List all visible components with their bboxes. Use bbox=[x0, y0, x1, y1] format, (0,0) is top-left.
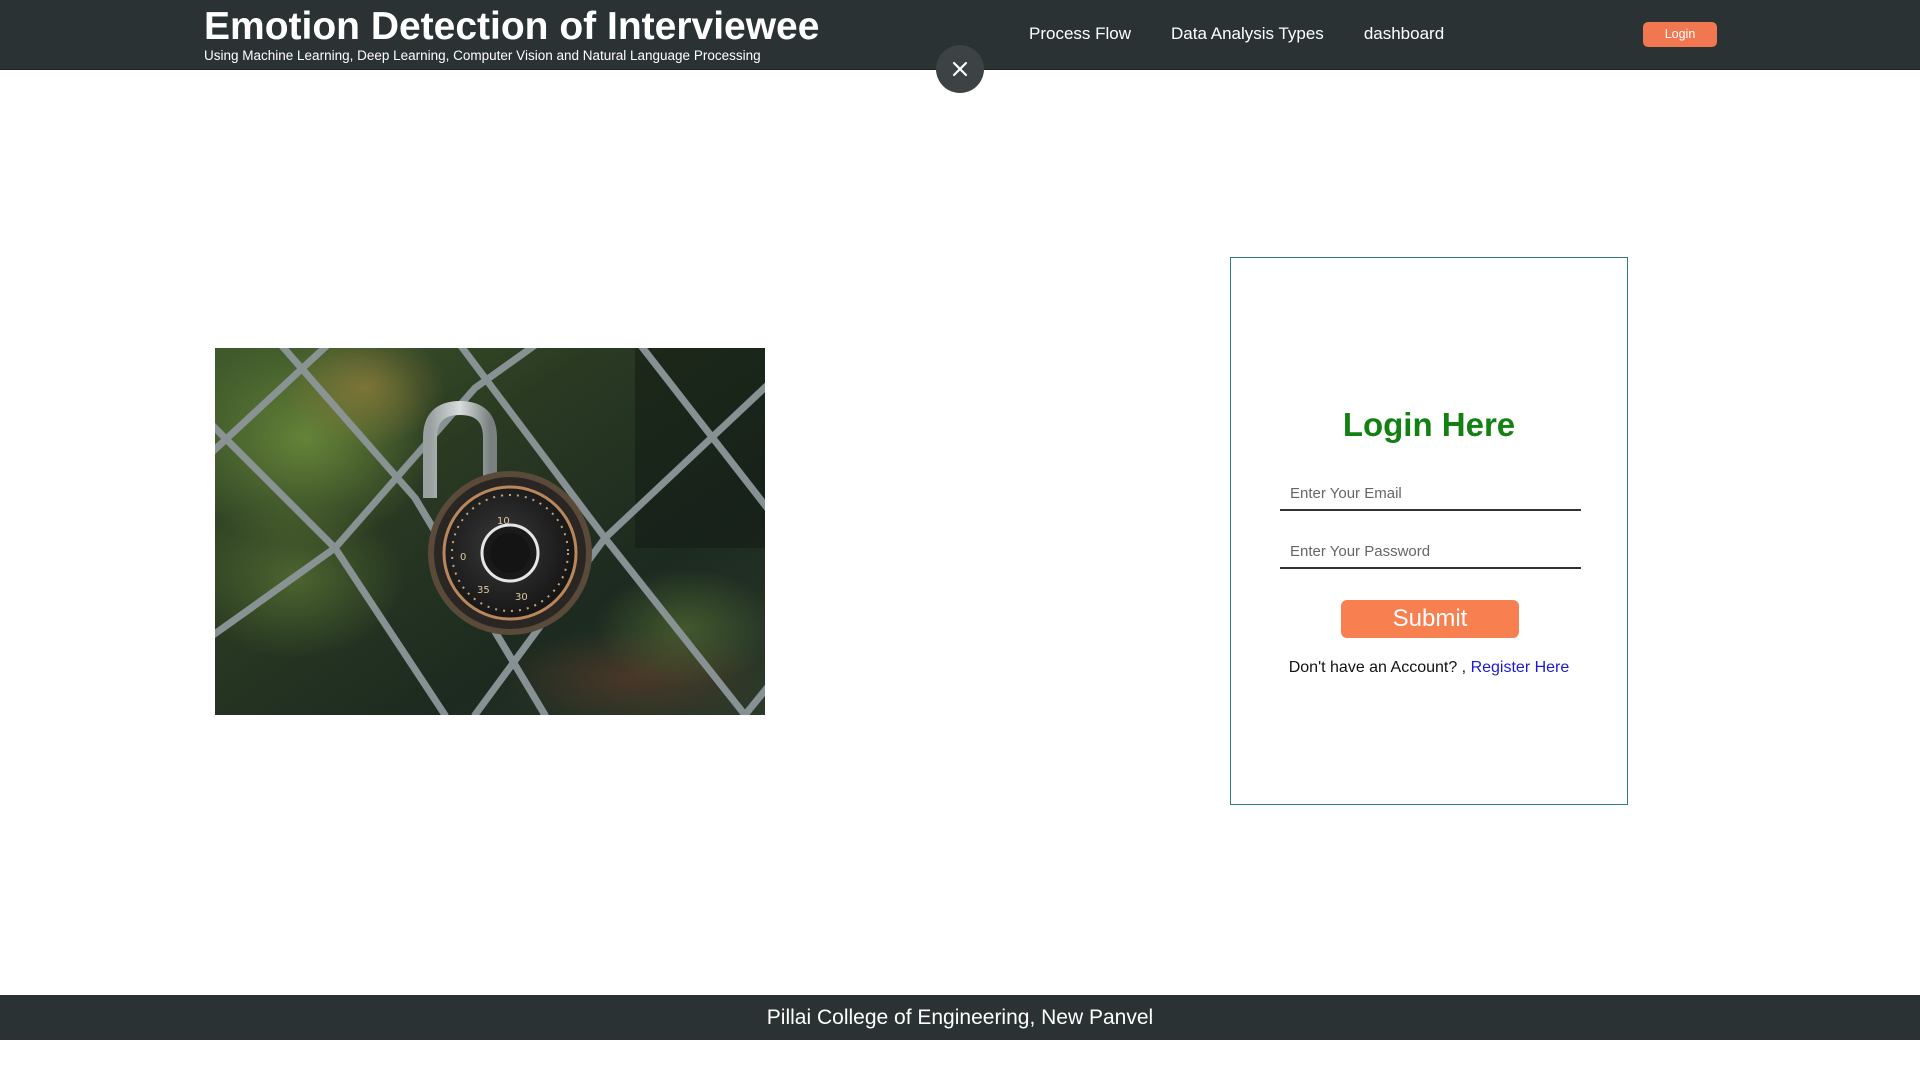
register-line: Don't have an Account? , Register Here bbox=[1231, 658, 1627, 678]
site-title: Emotion Detection of Interviewee bbox=[204, 5, 820, 48]
nav-link-data-analysis-types[interactable]: Data Analysis Types bbox=[1171, 23, 1324, 45]
close-icon bbox=[952, 61, 968, 77]
svg-text:35: 35 bbox=[477, 585, 490, 596]
nav-link-process-flow[interactable]: Process Flow bbox=[1029, 23, 1131, 45]
submit-button[interactable]: Submit bbox=[1341, 600, 1519, 638]
header-login-button[interactable]: Login bbox=[1643, 22, 1717, 47]
email-field[interactable] bbox=[1280, 477, 1581, 511]
login-heading: Login Here bbox=[1342, 406, 1516, 443]
close-button[interactable] bbox=[936, 45, 984, 93]
svg-text:0: 0 bbox=[460, 552, 466, 563]
site-subtitle: Using Machine Learning, Deep Learning, C… bbox=[204, 48, 761, 63]
main-nav: Process Flow Data Analysis Types dashboa… bbox=[1029, 23, 1444, 45]
register-link[interactable]: Register Here bbox=[1471, 659, 1570, 676]
padlock-image: 10 0 35 30 bbox=[215, 348, 765, 715]
svg-text:10: 10 bbox=[497, 516, 510, 527]
svg-text:30: 30 bbox=[515, 592, 528, 603]
footer: Pillai College of Engineering, New Panve… bbox=[0, 995, 1920, 1040]
login-card: Login Here Submit Don't have an Account?… bbox=[1230, 257, 1628, 805]
register-prompt: Don't have an Account? , bbox=[1288, 659, 1467, 676]
nav-link-dashboard[interactable]: dashboard bbox=[1364, 23, 1444, 45]
footer-text: Pillai College of Engineering, New Panve… bbox=[766, 1006, 1154, 1029]
password-field[interactable] bbox=[1280, 535, 1581, 569]
